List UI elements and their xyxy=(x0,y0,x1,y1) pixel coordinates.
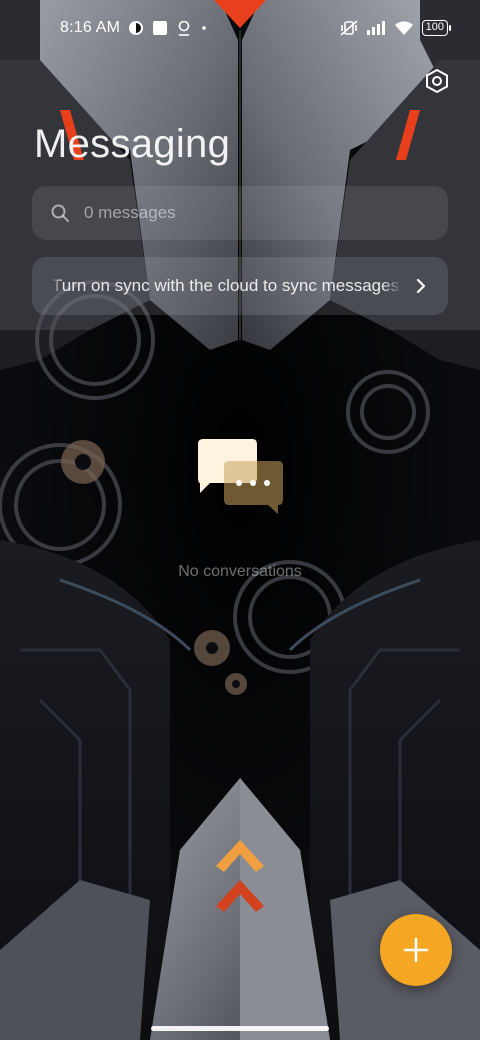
sync-banner[interactable]: Turn on sync with the cloud to sync mess… xyxy=(32,257,448,315)
mute-vibrate-icon xyxy=(340,20,358,36)
battery-icon: 100 xyxy=(421,20,452,36)
settings-button[interactable] xyxy=(422,66,452,96)
notification-square-icon xyxy=(152,20,168,36)
new-conversation-button[interactable] xyxy=(380,914,452,986)
wifi-icon xyxy=(394,20,414,36)
home-indicator[interactable] xyxy=(151,1026,329,1031)
sync-banner-text: Turn on sync with the cloud to sync mess… xyxy=(52,276,400,295)
chevron-right-icon xyxy=(416,278,426,294)
page-title: Messaging xyxy=(34,122,231,166)
status-time: 8:16 AM xyxy=(60,19,121,36)
plus-icon xyxy=(403,937,429,963)
status-bar: 8:16 AM 100 xyxy=(0,0,480,56)
settings-hexagon-icon xyxy=(426,68,448,94)
empty-state-text: No conversations xyxy=(178,563,302,580)
media-icon xyxy=(128,20,144,36)
search-bar[interactable] xyxy=(32,186,448,240)
location-pin-icon xyxy=(176,20,192,36)
dot-icon xyxy=(200,20,208,36)
search-icon xyxy=(51,204,69,222)
signal-icon xyxy=(366,20,386,36)
chat-bubbles-icon xyxy=(198,439,283,514)
search-input[interactable] xyxy=(84,203,384,223)
